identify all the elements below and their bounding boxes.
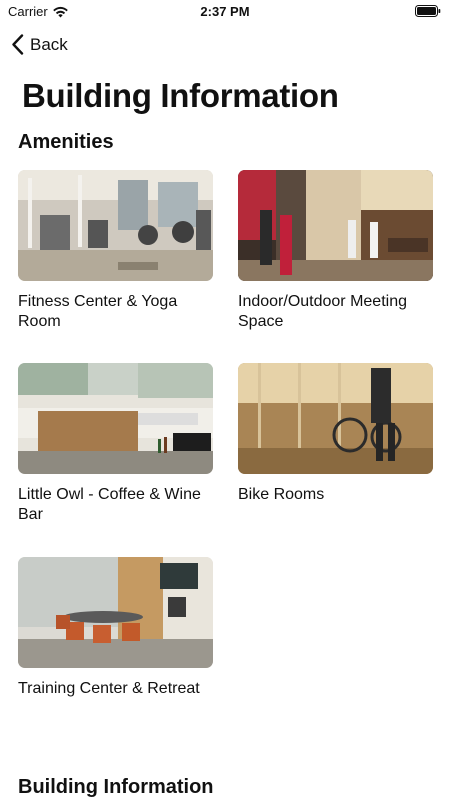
status-bar: Carrier 2:37 PM [0,0,450,22]
amenity-label: Little Owl - Coffee & Wine Bar [18,486,201,523]
amenity-card-coffee-bar[interactable]: Little Owl - Coffee & Wine Bar [18,363,213,525]
amenity-label: Training Center & Retreat [18,680,200,697]
page-title: Building Information [22,77,339,114]
amenity-label: Bike Rooms [238,486,325,503]
amenity-card-bike-rooms[interactable]: Bike Rooms [238,363,433,505]
meeting-space-photo [238,170,433,281]
back-label: Back [30,34,68,54]
clock: 2:37 PM [200,4,250,19]
amenity-card-fitness[interactable]: Fitness Center & Yoga Room [18,170,213,332]
section-title-building-information: Building Information [18,776,214,798]
amenity-card-training-center[interactable]: Training Center & Retreat [18,557,213,699]
battery-icon [415,5,441,17]
bike-room-photo [238,363,433,474]
section-title-amenities: Amenities [18,131,114,153]
chevron-left-icon [12,34,24,55]
amenity-label: Indoor/Outdoor Meeting Space [238,293,407,330]
back-button[interactable]: Back [11,34,68,55]
coffee-bar-photo [18,363,213,474]
amenity-label: Fitness Center & Yoga Room [18,293,178,330]
training-center-photo [18,557,213,668]
gym-photo [18,170,213,281]
amenity-card-meeting-space[interactable]: Indoor/Outdoor Meeting Space [238,170,433,332]
